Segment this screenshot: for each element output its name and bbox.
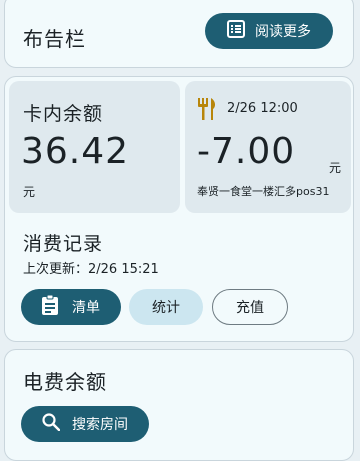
last-transaction-unit: 元 [329,161,342,175]
last-transaction-time: 2/26 12:00 [227,101,298,116]
search-icon [42,413,61,435]
last-transaction-place: 奉贤一食堂一楼汇多pos31 [197,185,330,198]
fork-knife-icon [197,98,217,124]
list-icon [227,20,245,42]
balance-unit: 元 [23,185,36,199]
notice-title: 布告栏 [23,27,86,51]
balance-card[interactable]: 卡内余额 36.42 元 [9,81,180,213]
search-room-button[interactable]: 搜索房间 [21,406,149,442]
last-transaction-amount: -7.00 [197,131,296,172]
list-button[interactable]: 清单 [21,289,121,325]
stats-button-label: 统计 [152,300,180,316]
list-button-label: 清单 [72,300,100,316]
last-transaction-card[interactable]: 2/26 12:00 -7.00 元 奉贤一食堂一楼汇多pos31 [185,81,351,213]
electricity-card: 电费余额 搜索房间 [4,349,354,461]
notice-card: 布告栏 阅读更多 [4,0,354,68]
stats-button[interactable]: 统计 [129,289,203,325]
balance-label: 卡内余额 [23,103,104,125]
campus-card-section: 卡内余额 36.42 元 2/26 12:00 -7.00 元 奉贤一食堂一楼汇… [4,76,354,342]
recharge-button-label: 充值 [236,300,264,316]
search-room-label: 搜索房间 [72,417,128,433]
electricity-title: 电费余额 [23,370,107,394]
read-more-button[interactable]: 阅读更多 [205,13,333,49]
records-title: 消费记录 [23,233,104,255]
recharge-button[interactable]: 充值 [212,289,288,325]
balance-value: 36.42 [21,131,130,172]
read-more-label: 阅读更多 [255,24,311,40]
last-update-text: 上次更新：2/26 15:21 [23,262,159,277]
clipboard-icon [42,294,58,319]
